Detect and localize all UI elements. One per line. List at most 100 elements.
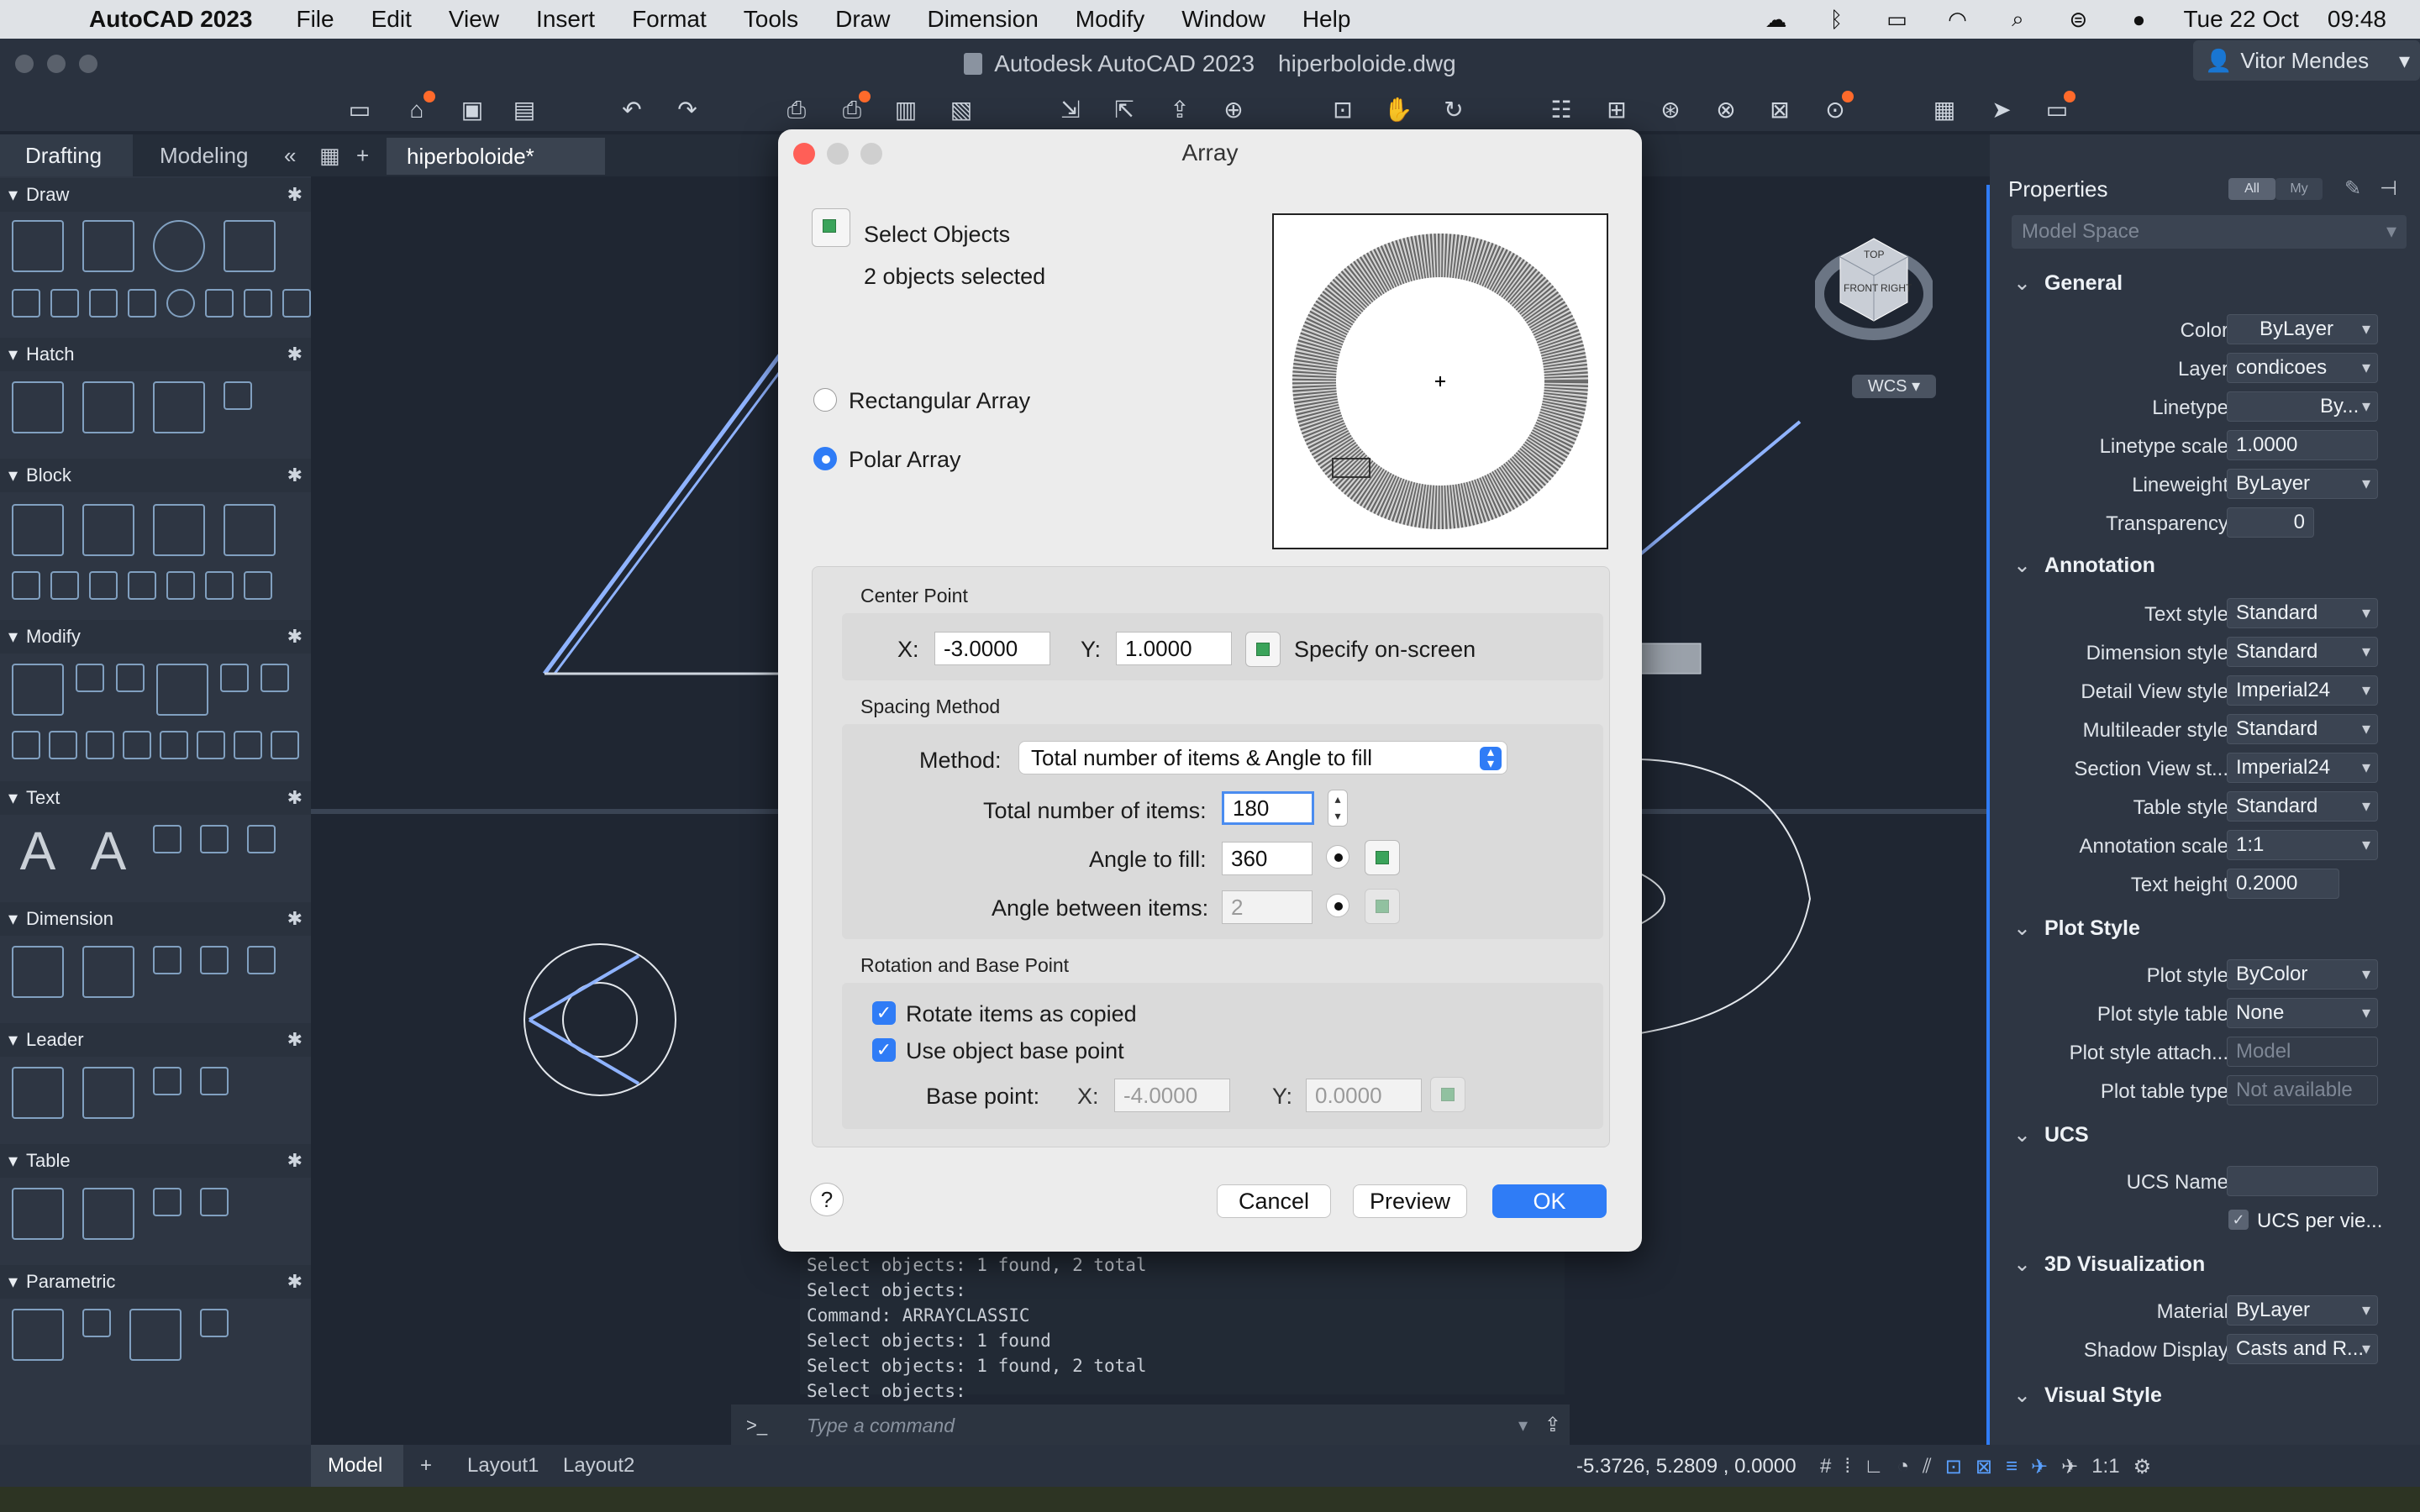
prop-color[interactable]: Color ByLayer: [1990, 312, 2420, 346]
scale-tool-icon[interactable]: [49, 731, 77, 759]
move-tool-icon[interactable]: [12, 664, 64, 716]
xline-tool-icon[interactable]: [244, 289, 272, 318]
section-hatch[interactable]: ▾ Hatch ✱: [0, 338, 311, 371]
window-zoom-button[interactable]: [79, 55, 97, 73]
geometric-constraint-icon[interactable]: [82, 1309, 111, 1337]
mline-tool-icon[interactable]: [89, 289, 118, 318]
polar-array-radio[interactable]: [813, 447, 837, 470]
menubar-time[interactable]: 09:48: [2328, 6, 2386, 33]
batch-plot-icon[interactable]: ⎙: [837, 91, 871, 124]
viewcube-top[interactable]: TOP: [1864, 249, 1884, 260]
share-icon[interactable]: ⇪: [1165, 96, 1195, 124]
use-base-point-checkbox[interactable]: ✓: [872, 1038, 896, 1062]
window-minimize-button[interactable]: [47, 55, 66, 73]
menu-insert[interactable]: Insert: [536, 6, 595, 33]
prop-table-style[interactable]: Table style Standard: [1990, 790, 2420, 823]
prop-multileader-style[interactable]: Multileader style Standard: [1990, 712, 2420, 746]
hatch-edit-tool-icon[interactable]: [82, 381, 134, 433]
menu-edit[interactable]: Edit: [371, 6, 412, 33]
tab-model[interactable]: Model: [311, 1445, 403, 1487]
pick-angle-fill-button[interactable]: [1365, 840, 1400, 875]
orbit-icon[interactable]: ↻: [1439, 96, 1469, 124]
section-block[interactable]: ▾ Block ✱: [0, 459, 311, 492]
linear-dim-icon[interactable]: [12, 946, 64, 998]
prop-plot-style-table[interactable]: Plot style table None: [1990, 996, 2420, 1030]
prop-linetype[interactable]: Linetype By...: [1990, 390, 2420, 423]
menu-draw[interactable]: Draw: [835, 6, 890, 33]
siri-icon[interactable]: ●: [2123, 7, 2154, 32]
rectangle-tool-icon[interactable]: [224, 220, 276, 272]
tab-drafting[interactable]: Drafting: [0, 134, 133, 176]
block-attribute-icon[interactable]: [224, 504, 276, 556]
prop-annotation-scale[interactable]: Annotation scale 1:1: [1990, 828, 2420, 862]
copy-tool-icon[interactable]: [76, 664, 104, 692]
annotation-scale[interactable]: 1:1: [2091, 1455, 2119, 1479]
prop-material[interactable]: Material ByLayer: [1990, 1294, 2420, 1327]
bclose-tool-icon[interactable]: [205, 571, 234, 600]
ok-button[interactable]: OK: [1492, 1184, 1607, 1218]
baseline-dim-icon[interactable]: [153, 946, 182, 974]
spline-tool-icon[interactable]: [50, 289, 79, 318]
layer-icon[interactable]: ⊛: [1655, 96, 1686, 124]
polar-array-label[interactable]: Polar Array: [849, 447, 961, 473]
dim-space-icon[interactable]: [247, 946, 276, 974]
match-properties-icon[interactable]: ⊞: [1602, 96, 1632, 124]
viewcube-front[interactable]: FRONT: [1844, 282, 1878, 294]
gradient-tool-icon[interactable]: [153, 381, 205, 433]
grid-icon[interactable]: #: [1820, 1455, 1831, 1479]
command-input[interactable]: Type a command: [807, 1415, 955, 1437]
control-center-icon[interactable]: ⊜: [2062, 7, 2094, 32]
pick-center-point-button[interactable]: [1245, 632, 1281, 667]
arc-tool-icon[interactable]: [12, 289, 40, 318]
angle-fill-dial[interactable]: [1326, 845, 1349, 869]
plot-icon[interactable]: ⎙: [781, 96, 812, 124]
prop-text-style[interactable]: Text style Standard: [1990, 596, 2420, 630]
rectangular-array-radio[interactable]: [813, 388, 837, 412]
pan-icon[interactable]: ✋: [1383, 96, 1413, 124]
import-icon[interactable]: ⇲: [1055, 96, 1086, 124]
menubar-date[interactable]: Tue 22 Oct: [2183, 6, 2298, 33]
hatch-tool-icon[interactable]: [12, 381, 64, 433]
total-items-field[interactable]: 180: [1222, 791, 1314, 825]
annotation-visibility-icon[interactable]: ✈: [2031, 1455, 2048, 1479]
spotlight-search-icon[interactable]: ⌕: [2002, 6, 2033, 31]
selection-dropdown[interactable]: Model Space ▾: [2012, 215, 2407, 249]
open-file-icon[interactable]: ⌂: [402, 91, 435, 124]
isodraft-icon[interactable]: ⫽: [1923, 1455, 1932, 1479]
prop-layer[interactable]: Layer condicoes: [1990, 351, 2420, 385]
trim-tool-icon[interactable]: [156, 664, 208, 716]
sheet-set-icon[interactable]: ▦: [1929, 96, 1960, 124]
grid-view-icon[interactable]: ▦: [314, 134, 348, 176]
text-edit-tool-icon[interactable]: A: [82, 824, 134, 878]
prop-dimension-style[interactable]: Dimension style Standard: [1990, 635, 2420, 669]
tab-layout2[interactable]: Layout2: [546, 1445, 651, 1487]
prop-ucs-per-viewport[interactable]: ✓ UCS per vie...: [1990, 1203, 2420, 1236]
boundary-tool-icon[interactable]: [224, 381, 252, 410]
prop-detail-view-style[interactable]: Detail View style Imperial24: [1990, 674, 2420, 707]
collapse-palette-icon[interactable]: «: [277, 134, 311, 176]
publish-icon[interactable]: ▥: [891, 96, 921, 124]
break-tool-icon[interactable]: [197, 731, 225, 759]
filter-my-button[interactable]: My: [2275, 178, 2323, 200]
command-dropdown-icon[interactable]: ▾: [1518, 1415, 1528, 1436]
join-tool-icon[interactable]: [234, 731, 262, 759]
center-y-field[interactable]: 1.0000: [1116, 632, 1232, 665]
rotate-items-checkbox[interactable]: ✓: [872, 1001, 896, 1025]
prop-plot-style[interactable]: Plot style ByColor: [1990, 958, 2420, 991]
send-icon[interactable]: ➤: [1986, 96, 2017, 124]
multileader-icon[interactable]: [12, 1067, 64, 1119]
prop-section-view-style[interactable]: Section View st... Imperial24: [1990, 751, 2420, 785]
refedit-tool-icon[interactable]: [244, 571, 272, 600]
clean-screen-icon[interactable]: ⊙: [1820, 91, 1854, 124]
rotate-items-label[interactable]: Rotate items as copied: [906, 1001, 1137, 1027]
polar-icon[interactable]: ◔: [1897, 1455, 1910, 1479]
workspace-icon[interactable]: ⚙: [2133, 1455, 2152, 1479]
auto-constrain-icon[interactable]: [12, 1309, 64, 1361]
group-annotation[interactable]: Annotation: [2013, 553, 2417, 586]
web-mobile-icon[interactable]: ⊕: [1218, 96, 1249, 124]
filter-all-button[interactable]: All: [2228, 178, 2275, 200]
menu-view[interactable]: View: [449, 6, 499, 33]
ray-tool-icon[interactable]: [128, 289, 156, 318]
fillet-tool-icon[interactable]: [220, 664, 249, 692]
pin-panel-icon[interactable]: ⊣: [2380, 176, 2397, 201]
